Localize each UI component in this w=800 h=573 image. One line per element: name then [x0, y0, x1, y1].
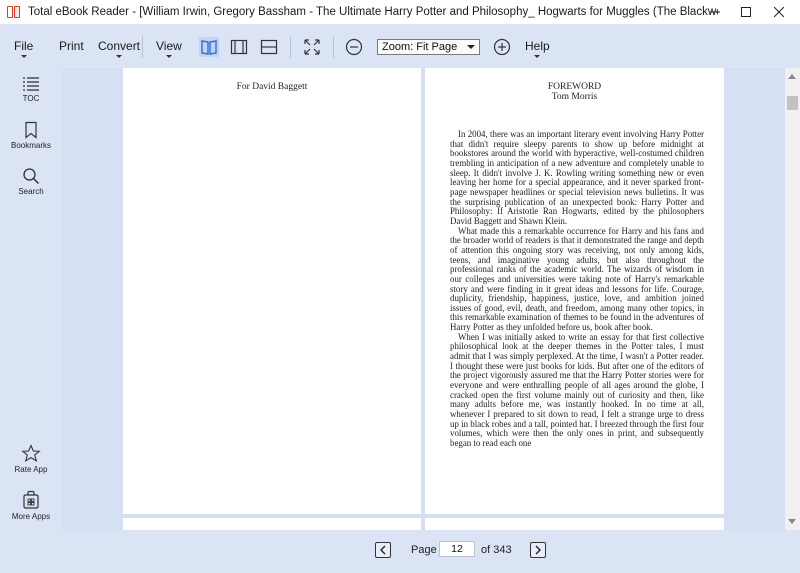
page-total: of 343 [481, 544, 512, 556]
dedication-text: For David Baggett [236, 82, 308, 92]
pagination-bar: Page 12 of 343 [0, 530, 800, 573]
toolbar-divider [142, 36, 143, 58]
bookmark-icon [25, 121, 37, 139]
two-page-view-button[interactable] [199, 37, 219, 57]
chevron-down-icon [20, 55, 27, 58]
scrollbar-thumb[interactable] [787, 96, 798, 110]
sidebar-item-label: More Apps [11, 512, 51, 521]
paragraph: What made this a remarkable occurrence f… [450, 225, 704, 333]
next-right-page [425, 518, 724, 530]
title-bar: Total eBook Reader - [William Irwin, Gre… [0, 0, 800, 24]
app-logo-icon [6, 4, 22, 20]
chapter-heading: FOREWORD [547, 82, 602, 92]
document-viewer[interactable]: For David Baggett FOREWORD Tom Morris In… [62, 68, 785, 530]
minimize-button[interactable] [700, 0, 730, 24]
sidebar-item-label: TOC [22, 94, 40, 103]
minus-circle-icon [345, 38, 363, 56]
file-menu[interactable]: File [14, 39, 34, 58]
sidebar-item-search[interactable]: Search [0, 167, 62, 196]
chevron-down-icon [165, 55, 172, 58]
toolbar: File Print Convert View Zoom: Fit Page H… [0, 24, 800, 68]
view-menu[interactable]: View [156, 39, 182, 58]
scroll-up-icon[interactable] [788, 74, 796, 79]
view-menu-label: View [156, 39, 182, 53]
page-label: Page [411, 544, 437, 556]
toolbar-divider [333, 36, 334, 58]
sidebar-item-label: Rate App [14, 465, 48, 474]
continuous-view-button[interactable] [259, 37, 279, 57]
next-page-button[interactable] [530, 542, 546, 558]
left-page: For David Baggett [123, 68, 421, 514]
shopping-bag-icon [23, 490, 39, 509]
sidebar-item-rate-app[interactable]: Rate App [0, 444, 62, 474]
next-left-page [123, 518, 421, 530]
plus-circle-icon [493, 38, 511, 56]
close-icon [774, 7, 784, 17]
chapter-author: Tom Morris [551, 92, 598, 102]
convert-menu[interactable]: Convert [98, 39, 141, 58]
vertical-scrollbar[interactable] [785, 68, 800, 530]
horizontal-split-icon [260, 39, 278, 55]
previous-page-button[interactable] [375, 542, 391, 558]
print-button[interactable]: Print [59, 39, 84, 53]
paragraph: When I was initially asked to write an e… [450, 331, 704, 448]
zoom-out-button[interactable] [344, 37, 364, 57]
open-book-icon [201, 40, 217, 55]
single-page-icon [230, 39, 248, 55]
chevron-left-icon [380, 545, 386, 555]
zoom-value: Zoom: Fit Page [382, 41, 458, 53]
minimize-icon [710, 11, 720, 13]
fullscreen-button[interactable] [302, 37, 322, 57]
list-icon [23, 77, 39, 91]
scroll-down-icon[interactable] [788, 519, 796, 524]
zoom-select[interactable]: Zoom: Fit Page [377, 39, 480, 55]
page-body-text: In 2004, there was an important literary… [450, 129, 704, 449]
chevron-down-icon [534, 55, 541, 58]
search-icon [23, 168, 40, 185]
chevron-down-icon [116, 55, 123, 58]
print-label: Print [59, 39, 84, 53]
window-title: Total eBook Reader - [William Irwin, Gre… [28, 6, 718, 18]
fullscreen-icon [304, 39, 320, 55]
toolbar-divider [290, 36, 291, 58]
paragraph: In 2004, there was an important literary… [450, 129, 704, 226]
right-page: FOREWORD Tom Morris In 2004, there was a… [425, 68, 724, 514]
sidebar-item-label: Search [18, 187, 44, 196]
file-menu-label: File [14, 39, 34, 53]
sidebar-item-bookmarks[interactable]: Bookmarks [0, 121, 62, 150]
chevron-right-icon [535, 545, 541, 555]
sidebar-item-more-apps[interactable]: More Apps [0, 490, 62, 521]
maximize-icon [741, 7, 751, 17]
help-menu[interactable]: Help [525, 39, 550, 58]
chevron-down-icon [467, 45, 475, 49]
star-icon [21, 444, 41, 462]
sidebar-item-toc[interactable]: TOC [0, 76, 62, 103]
sidebar-item-label: Bookmarks [10, 141, 51, 150]
help-menu-label: Help [525, 39, 550, 53]
zoom-in-button[interactable] [492, 37, 512, 57]
sidebar: TOC Bookmarks Search Rate App More Apps [0, 68, 62, 530]
maximize-button[interactable] [731, 0, 761, 24]
close-button[interactable] [764, 0, 794, 24]
single-page-view-button[interactable] [229, 37, 249, 57]
page-number-input[interactable]: 12 [439, 541, 475, 557]
convert-menu-label: Convert [98, 39, 141, 53]
